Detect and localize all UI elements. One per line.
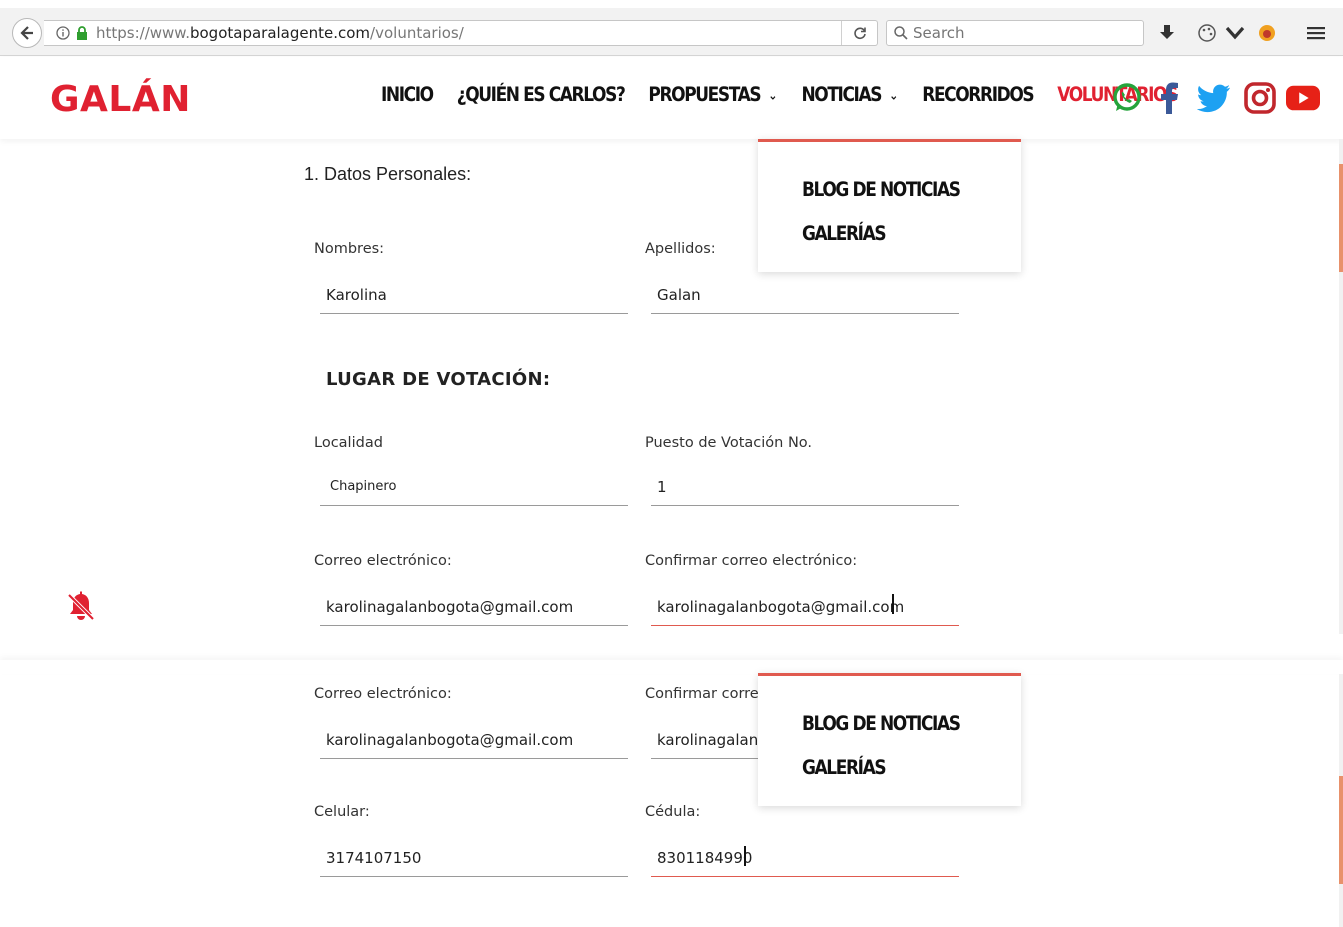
window-top-edge — [0, 0, 1343, 8]
search-bar[interactable] — [886, 20, 1144, 46]
info-icon[interactable] — [54, 26, 72, 40]
menu-icon[interactable] — [1305, 22, 1327, 44]
nav-quien-es-carlos[interactable]: ¿QUIÉN ES CARLOS? — [457, 84, 626, 107]
confirm-email-field[interactable] — [651, 588, 959, 626]
correo-label-2: Correo electrónico: — [314, 686, 452, 702]
noticias-dropdown-2: BLOG DE NOTICIAS GALERÍAS — [758, 673, 1021, 806]
browser-toolbar: https://www.bogotaparalagente.com/volunt… — [0, 8, 1343, 56]
email-field[interactable] — [320, 588, 628, 626]
apellidos-input[interactable] — [651, 276, 959, 314]
reload-icon[interactable] — [841, 21, 877, 45]
bell-off-icon[interactable] — [66, 590, 96, 624]
chevron-down-icon: ⌄ — [768, 87, 778, 103]
noticias-dropdown: BLOG DE NOTICIAS GALERÍAS — [758, 139, 1021, 272]
nombres-label: Nombres: — [314, 241, 385, 257]
cedula-input[interactable] — [651, 839, 959, 877]
voting-heading: LUGAR DE VOTACIÓN: — [326, 369, 551, 390]
dropdown-item-galerias-2[interactable]: GALERÍAS — [802, 757, 887, 780]
site-logo[interactable]: GALÁN — [50, 79, 191, 120]
back-button[interactable] — [12, 18, 42, 48]
puesto-input[interactable] — [651, 468, 959, 506]
instagram-icon[interactable] — [1243, 81, 1277, 115]
text-caret — [892, 594, 894, 614]
correo-label: Correo electrónico: — [314, 553, 452, 569]
confirmar-correo-label: Confirmar correo electrónico: — [645, 553, 858, 569]
nav-noticias[interactable]: NOTICIAS ⌄ — [801, 84, 898, 107]
confirmar-correo-label-2: Confirmar corre — [645, 686, 759, 702]
whatsapp-icon[interactable] — [1110, 81, 1144, 115]
dropdown-item-blog[interactable]: BLOG DE NOTICIAS — [802, 179, 961, 202]
puesto-label: Puesto de Votación No. — [645, 435, 813, 451]
cedula-label: Cédula: — [645, 804, 701, 820]
main-nav: INICIO ¿QUIÉN ES CARLOS? PROPUESTAS ⌄ NOT… — [381, 84, 1201, 107]
search-icon — [894, 26, 908, 40]
scrollbar-thumb-2[interactable] — [1339, 776, 1343, 884]
localidad-select[interactable] — [320, 468, 628, 506]
nav-propuestas[interactable]: PROPUESTAS ⌄ — [648, 84, 777, 107]
scrollbar-thumb[interactable] — [1339, 164, 1343, 272]
apellidos-label: Apellidos: — [645, 241, 716, 257]
nombres-input[interactable] — [320, 276, 628, 314]
celular-input[interactable] — [320, 839, 628, 877]
nav-recorridos[interactable]: RECORRIDOS — [922, 84, 1034, 107]
pocket-icon[interactable] — [1224, 22, 1246, 44]
email-field-2[interactable] — [320, 721, 628, 759]
text-caret-2 — [744, 846, 746, 866]
facebook-icon[interactable] — [1152, 81, 1186, 115]
site-header: GALÁN INICIO ¿QUIÉN ES CARLOS? PROPUESTA… — [0, 57, 1343, 139]
lock-icon — [76, 26, 90, 40]
url-text: https://www.bogotaparalagente.com/volunt… — [96, 24, 464, 42]
address-bar[interactable]: https://www.bogotaparalagente.com/volunt… — [44, 20, 878, 46]
section-separator — [0, 660, 1343, 674]
celular-label: Celular: — [314, 804, 370, 820]
search-input[interactable] — [913, 24, 1133, 42]
extension-icon[interactable] — [1256, 22, 1278, 44]
dropdown-item-galerias[interactable]: GALERÍAS — [802, 223, 887, 246]
dropdown-item-blog-2[interactable]: BLOG DE NOTICIAS — [802, 713, 961, 736]
nav-inicio[interactable]: INICIO — [381, 84, 434, 107]
arrow-left-icon — [20, 26, 33, 40]
twitter-icon[interactable] — [1197, 81, 1231, 115]
youtube-icon[interactable] — [1286, 81, 1320, 115]
localidad-label: Localidad — [314, 435, 383, 451]
section-title: 1. Datos Personales: — [304, 164, 472, 184]
palette-icon[interactable] — [1196, 22, 1218, 44]
chevron-down-icon: ⌄ — [889, 87, 899, 103]
download-icon[interactable] — [1156, 22, 1178, 44]
